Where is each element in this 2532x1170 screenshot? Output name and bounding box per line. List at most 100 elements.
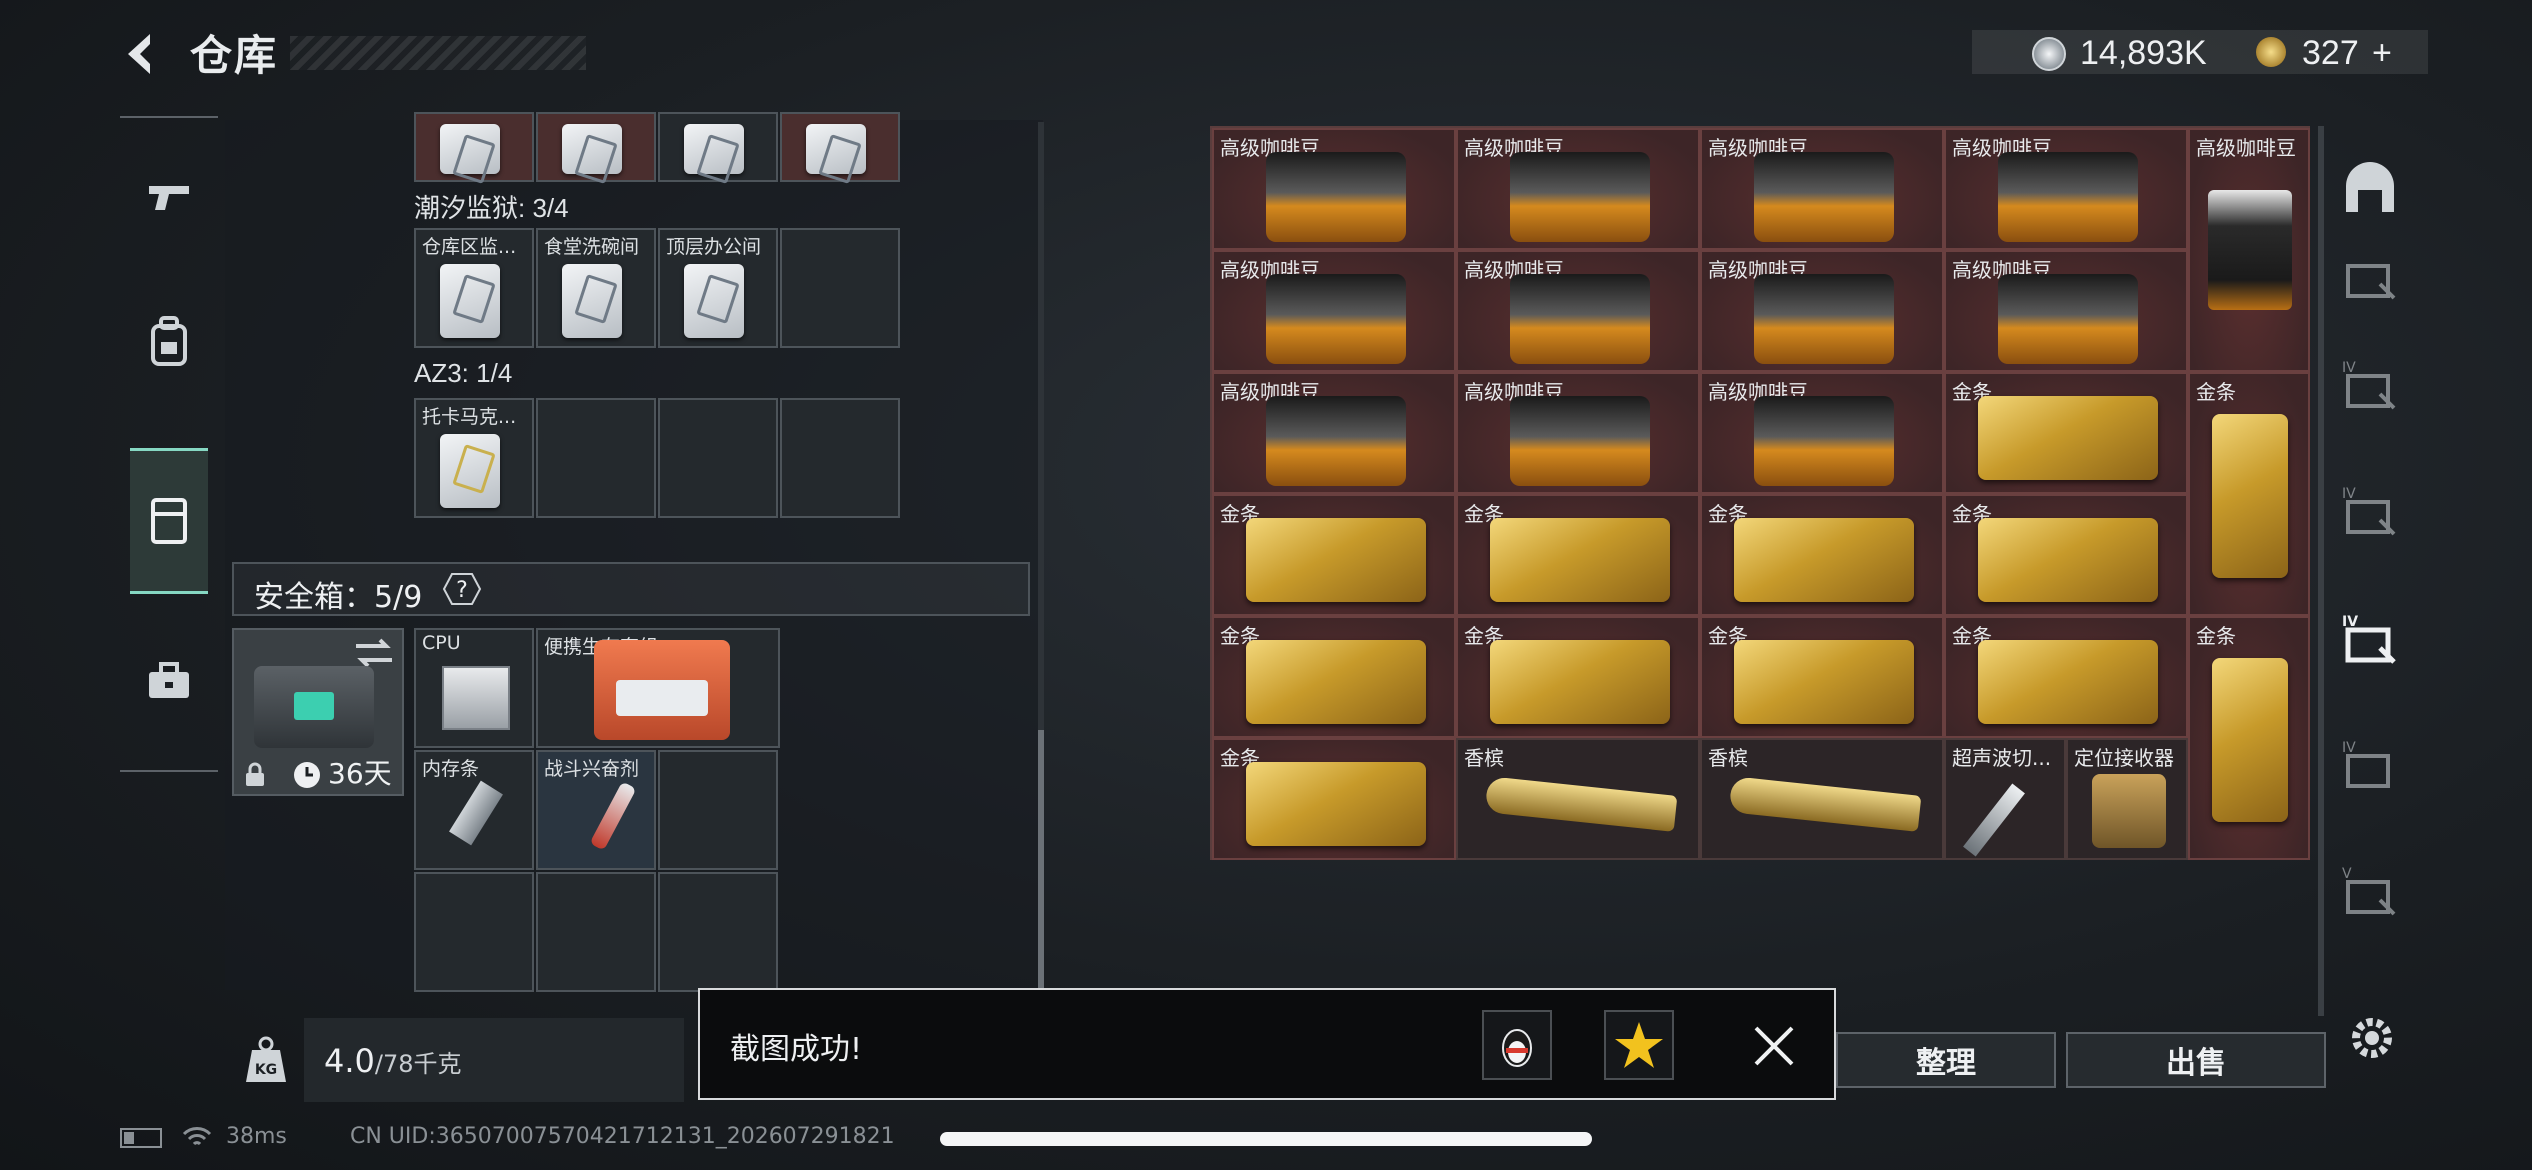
container-item-coffee[interactable]: 高级咖啡豆 [1700,128,1944,250]
coffee-bag-image [1266,396,1406,486]
share-qzone-button[interactable] [1604,1010,1674,1080]
safe-box-card[interactable]: 36天 [232,628,404,796]
stash-slot[interactable] [658,112,778,182]
category-nav [120,116,218,772]
item-label: 战斗兴奋剂 [544,758,640,780]
empty-slot[interactable] [780,398,900,518]
container-item-cutter[interactable]: 超声波切... [1944,738,2066,860]
coffee-bag-image [1754,274,1894,364]
coffee-bag-image [2208,190,2292,310]
item-label: 顶层办公间 [666,236,762,258]
item-label: 香槟 [1708,746,1748,770]
container-item-coffee[interactable]: 高级咖啡豆 [1700,250,1944,372]
cpu-image [442,666,510,730]
gold-bar-image [1246,762,1426,846]
container-item-gold[interactable]: 金条 [1944,616,2188,738]
stash-scroll-thumb[interactable] [1038,730,1044,992]
container-item-coffee[interactable]: 高级咖啡豆 [1700,372,1944,494]
stash-slot[interactable] [780,112,900,182]
coffee-bag-image [1754,396,1894,486]
empty-slot[interactable] [536,872,656,992]
ram-image [449,780,503,846]
coffee-bag-image [1510,274,1650,364]
container-item-gold[interactable]: 金条 [1944,494,2188,616]
ping-value: 38ms [226,1124,287,1149]
help-button[interactable]: ? [442,572,482,606]
empty-slot[interactable] [658,872,778,992]
safe-slot-ram[interactable]: 内存条 [414,750,534,870]
tab-weapons[interactable] [130,128,208,268]
stash-slot[interactable] [414,112,534,182]
container-scrollbar[interactable] [2318,126,2324,1016]
case-level-icon[interactable] [2340,250,2400,310]
case-level-icon-active[interactable]: IV [2340,610,2400,670]
container-item-gold[interactable]: 金条 [1700,616,1944,738]
case-level-icon[interactable]: V [2340,862,2400,922]
safe-slot-cpu[interactable]: CPU [414,628,534,748]
share-qq-button[interactable] [1482,1010,1552,1080]
container-item-coffee[interactable]: 高级咖啡豆 [1456,372,1700,494]
sell-button[interactable]: 出售 [2066,1032,2326,1088]
case-level-icon[interactable]: IV [2340,356,2400,416]
champagne-bottle-image [1484,776,1678,832]
container-item-champagne[interactable]: 香槟 [1456,738,1700,860]
keycard-slot[interactable]: 食堂洗碗间 [536,228,656,348]
coffee-bag-image [1754,152,1894,242]
home-base-icon[interactable] [2340,160,2400,220]
container-item-gold[interactable]: 金条 [1212,616,1456,738]
keycard-slot[interactable]: 顶层办公间 [658,228,778,348]
champagne-bottle-image [1728,776,1922,832]
empty-slot[interactable] [780,228,900,348]
tab-storage[interactable] [130,448,208,594]
container-item-coffeeV[interactable]: 高级咖啡豆 [2188,128,2310,372]
coffee-bag-image [1266,274,1406,364]
back-arrow-icon [128,34,150,74]
container-item-goldV[interactable]: 金条 [2188,372,2310,616]
case-level-icon[interactable]: IV [2340,482,2400,542]
organize-button[interactable]: 整理 [1836,1032,2056,1088]
container-item-gold[interactable]: 金条 [1456,494,1700,616]
container-item-gold[interactable]: 金条 [1212,738,1456,860]
container-item-gold[interactable]: 金条 [1944,372,2188,494]
close-icon[interactable] [1752,1024,1796,1068]
container-item-coffee[interactable]: 高级咖啡豆 [1944,250,2188,372]
keycard-slot[interactable]: 仓库区监... [414,228,534,348]
container-item-champagne[interactable]: 香槟 [1700,738,1944,860]
keycard-slot[interactable]: 托卡马克... [414,398,534,518]
container-item-gold[interactable]: 金条 [1456,616,1700,738]
home-indicator[interactable] [940,1132,1592,1146]
empty-slot[interactable] [658,750,778,870]
safe-slot-stimulant[interactable]: 战斗兴奋剂 [536,750,656,870]
container-item-coffee[interactable]: 高级咖啡豆 [1456,128,1700,250]
tab-toolbox[interactable] [130,612,208,752]
container-item-coffee[interactable]: 高级咖啡豆 [1212,372,1456,494]
empty-slot[interactable] [658,398,778,518]
empty-slot[interactable] [536,398,656,518]
safe-box-image [254,666,374,748]
title-decoration [290,36,586,70]
gear-icon[interactable] [2344,1010,2400,1066]
container-item-coffee[interactable]: 高级咖啡豆 [1944,128,2188,250]
backpack-icon [151,316,187,366]
item-label: 高级咖啡豆 [2196,136,2296,160]
tab-gear[interactable] [130,272,208,412]
gold-bar-image [1490,640,1670,724]
container-item-coffee[interactable]: 高级咖啡豆 [1212,250,1456,372]
empty-slot[interactable] [414,872,534,992]
container-item-coffee[interactable]: 高级咖啡豆 [1212,128,1456,250]
case-level-icon[interactable]: IV [2340,736,2400,796]
container-item-receiver[interactable]: 定位接收器 [2066,738,2188,860]
gold-bar-image [1734,640,1914,724]
container-item-goldV[interactable]: 金条 [2188,616,2310,860]
swap-icon[interactable] [352,636,396,670]
add-tokens-button[interactable]: + [2372,34,2392,73]
stash-slot[interactable] [536,112,656,182]
container-item-gold[interactable]: 金条 [1700,494,1944,616]
safe-slot-survival-kit[interactable]: 便携生存套组 [536,628,780,748]
currency-bar: 14,893K 327 + [1972,30,2428,74]
weight-icon: KG [246,1036,286,1082]
battery-icon [120,1128,162,1148]
container-item-coffee[interactable]: 高级咖啡豆 [1456,250,1700,372]
container-item-gold[interactable]: 金条 [1212,494,1456,616]
back-button[interactable] [118,30,166,78]
